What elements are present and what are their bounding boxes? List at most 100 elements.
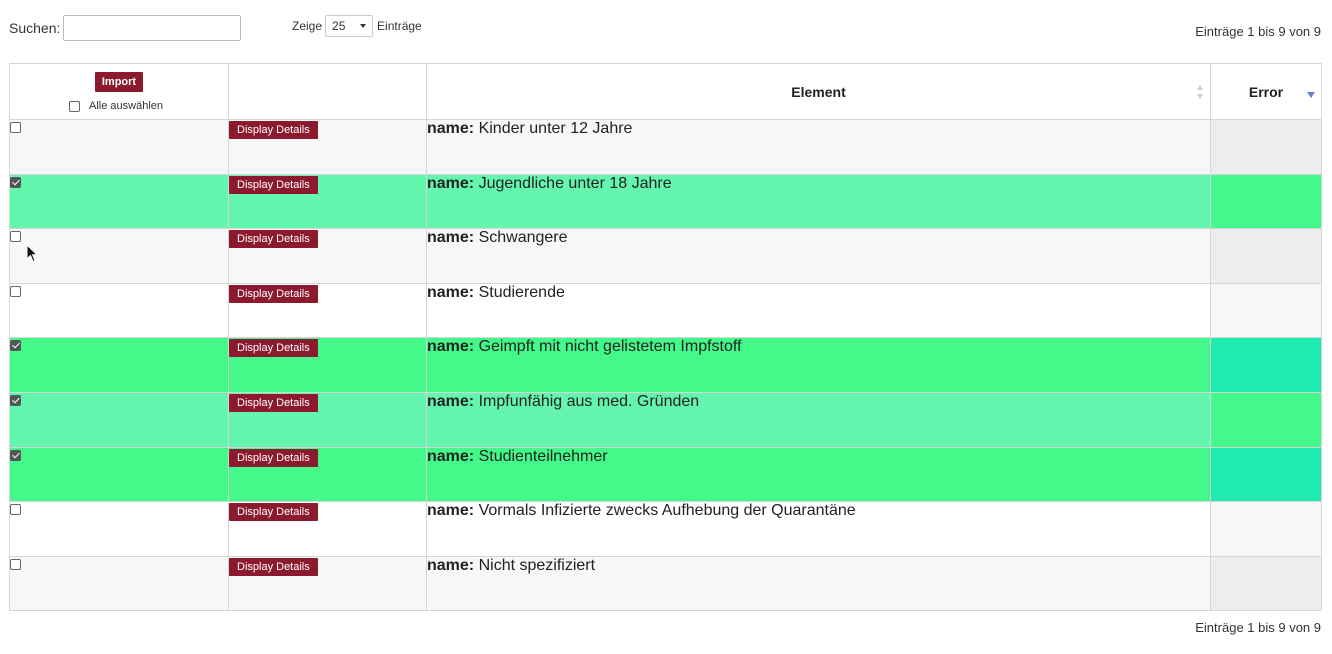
length-prefix: Zeige: [292, 19, 323, 33]
row-details-cell: Display Details: [228, 446, 427, 503]
display-details-button[interactable]: Display Details: [229, 175, 318, 194]
length-suffix: Einträge: [377, 19, 422, 33]
row-element-cell: name: Impfunfähig aus med. Gründen: [426, 391, 1211, 448]
display-details-button[interactable]: Display Details: [229, 503, 318, 522]
table-row: Display Details name: Jugendliche unter 1…: [9, 173, 1322, 230]
mouse-cursor-icon: [26, 244, 38, 263]
page-length-control: Zeige 25 Einträge: [292, 15, 422, 37]
row-details-cell: Display Details: [228, 119, 427, 175]
row-element-name: Studienteilnehmer: [478, 447, 608, 465]
page-length-select[interactable]: 25: [325, 15, 374, 37]
row-checkbox[interactable]: [10, 394, 21, 406]
row-select-cell: [9, 555, 229, 612]
display-details-button[interactable]: Display Details: [229, 393, 318, 412]
row-checkbox[interactable]: [10, 558, 21, 570]
row-checkbox[interactable]: [10, 449, 21, 461]
search-filter: Suchen:: [9, 15, 242, 41]
chevron-down-icon: [360, 24, 367, 28]
display-details-button[interactable]: Display Details: [229, 448, 318, 467]
table-row: Display Details name: Kinder unter 12 Jah…: [9, 119, 1322, 175]
row-element-name: Schwangere: [478, 229, 568, 247]
row-element-name: Studierende: [478, 283, 565, 301]
error-column-label: Error: [1248, 83, 1284, 100]
row-error-cell: [1210, 337, 1322, 393]
row-select-cell: [9, 391, 229, 448]
element-column-header[interactable]: Element: [426, 63, 1211, 120]
row-checkbox[interactable]: [10, 285, 21, 297]
table-header-row: Import Alle auswählen Element Error: [9, 63, 1322, 120]
row-element-name: Vormals Infizierte zwecks Aufhebung der …: [478, 502, 856, 520]
row-checkbox[interactable]: [10, 176, 21, 188]
row-select-cell: [9, 282, 229, 339]
row-element-name: Jugendliche unter 18 Jahre: [478, 174, 672, 192]
row-error-cell: [1210, 228, 1322, 284]
row-details-cell: Display Details: [228, 555, 427, 612]
row-element-cell: name: Schwangere: [426, 228, 1211, 284]
row-key-label: name:: [427, 556, 475, 574]
row-error-cell: [1210, 391, 1322, 448]
table-info-bottom: Einträge 1 bis 9 von 9: [1195, 620, 1321, 635]
search-input[interactable]: [63, 15, 242, 41]
row-details-cell: Display Details: [228, 228, 427, 284]
row-select-cell: [9, 446, 229, 503]
sort-icon: [1197, 85, 1203, 99]
row-details-cell: Display Details: [228, 173, 427, 230]
row-error-cell: [1210, 501, 1322, 557]
display-details-button[interactable]: Display Details: [229, 557, 318, 576]
row-checkbox[interactable]: [10, 231, 21, 243]
select-all-label: Alle auswählen: [89, 100, 163, 112]
select-all-checkbox[interactable]: [69, 100, 80, 112]
details-column-header: [228, 63, 427, 120]
row-key-label: name:: [427, 229, 475, 247]
table-row: Display Details name: Nicht spezifiziert: [9, 555, 1322, 612]
row-element-cell: name: Jugendliche unter 18 Jahre: [426, 173, 1211, 230]
row-checkbox[interactable]: [10, 122, 21, 133]
display-details-button[interactable]: Display Details: [229, 230, 318, 249]
row-details-cell: Display Details: [228, 501, 427, 557]
row-element-name: Impfunfähig aus med. Gründen: [478, 392, 700, 410]
search-label: Suchen:: [9, 20, 61, 36]
row-details-cell: Display Details: [228, 282, 427, 339]
row-error-cell: [1210, 446, 1322, 503]
sort-desc-icon: [1307, 92, 1315, 98]
row-checkbox[interactable]: [10, 504, 21, 516]
row-select-cell: [9, 228, 229, 284]
display-details-button[interactable]: Display Details: [229, 339, 318, 358]
row-key-label: name:: [427, 392, 475, 410]
table-info-top: Einträge 1 bis 9 von 9: [1195, 24, 1321, 39]
row-select-cell: [9, 501, 229, 557]
import-button[interactable]: Import: [94, 72, 144, 92]
row-element-cell: name: Vormals Infizierte zwecks Aufhebun…: [426, 501, 1211, 557]
row-details-cell: Display Details: [228, 337, 427, 393]
table-row: Display Details name: Vormals Infizierte …: [9, 501, 1322, 557]
row-error-cell: [1210, 119, 1322, 175]
row-element-name: Nicht spezifiziert: [478, 556, 596, 574]
row-checkbox[interactable]: [10, 340, 21, 352]
row-error-cell: [1210, 555, 1322, 612]
row-element-name: Kinder unter 12 Jahre: [478, 120, 633, 137]
row-element-cell: name: Studienteilnehmer: [426, 446, 1211, 503]
row-select-cell: [9, 337, 229, 393]
table-row: Display Details name: Impfunfähig aus med…: [9, 391, 1322, 448]
table-row: Display Details name: Geimpft mit nicht g…: [9, 337, 1322, 393]
page-length-value: 25: [332, 19, 346, 33]
row-element-cell: name: Nicht spezifiziert: [426, 555, 1211, 612]
row-element-cell: name: Geimpft mit nicht gelistetem Impfs…: [426, 337, 1211, 393]
display-details-button[interactable]: Display Details: [229, 284, 318, 303]
row-element-cell: name: Kinder unter 12 Jahre: [426, 119, 1211, 175]
row-details-cell: Display Details: [228, 391, 427, 448]
table-row: Display Details name: Studienteilnehmer: [9, 446, 1322, 503]
results-table: Import Alle auswählen Element Error Disp…: [9, 63, 1322, 612]
element-column-label: Element: [791, 83, 846, 100]
row-key-label: name:: [427, 447, 475, 465]
display-details-button[interactable]: Display Details: [229, 121, 318, 139]
row-error-cell: [1210, 282, 1322, 339]
select-column-header: Import Alle auswählen: [9, 63, 229, 120]
row-select-cell: [9, 119, 229, 175]
row-select-cell: [9, 173, 229, 230]
row-key-label: name:: [427, 338, 475, 356]
row-key-label: name:: [427, 174, 475, 192]
row-element-cell: name: Studierende: [426, 282, 1211, 339]
select-all[interactable]: Alle auswählen: [11, 100, 221, 112]
error-column-header[interactable]: Error: [1210, 63, 1322, 120]
